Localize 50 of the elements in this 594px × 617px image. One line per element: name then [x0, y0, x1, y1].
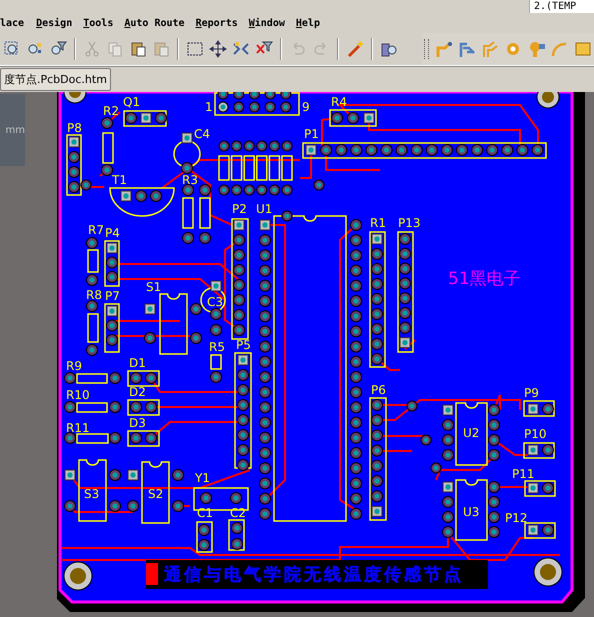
designator-label: P6	[371, 383, 386, 397]
designator-label: P5	[236, 338, 251, 352]
designator-label: R3	[182, 173, 198, 187]
designator-label: P12	[505, 511, 528, 525]
designator-label: Y1	[195, 471, 210, 485]
unit-label: mm	[6, 124, 25, 136]
menu-item[interactable]: Help	[296, 18, 326, 29]
menu-item[interactable]: Window	[248, 18, 291, 29]
pin-number-label: 1	[205, 100, 213, 114]
designator-label: P11	[512, 467, 535, 481]
designator-label: R10	[66, 388, 90, 402]
designator-label: C3	[207, 295, 224, 309]
designator-label: P13	[398, 216, 421, 230]
designator-label: S3	[84, 487, 100, 501]
designator-label: Q1	[123, 95, 140, 109]
menu-item[interactable]: Tools	[83, 18, 120, 29]
designator-label: R1	[370, 216, 386, 230]
window-title-fragment: 2.(TEMP	[529, 0, 594, 13]
designator-label: P9	[524, 386, 539, 400]
menu-item[interactable]: Design	[36, 18, 78, 29]
designator-label: U3	[463, 505, 480, 519]
designator-label: P8	[67, 121, 82, 135]
designator-label: D2	[129, 385, 146, 399]
menu-item[interactable]: lace	[0, 18, 30, 29]
designator-label: D1	[129, 356, 146, 370]
designator-label: R7	[88, 223, 104, 237]
document-tab[interactable]: 度节点.PcbDoc.htm	[0, 68, 111, 91]
designator-label: C4	[194, 127, 210, 141]
menu-item[interactable]: Auto Route	[124, 18, 191, 29]
designator-label: R2	[103, 104, 119, 118]
designator-label: R11	[66, 421, 90, 435]
pin-number-label: 9	[302, 100, 310, 114]
designator-label: U1	[256, 202, 272, 216]
designator-label: R9	[66, 359, 82, 373]
logo-text: 51黑电子	[448, 269, 521, 289]
designator-label: D3	[129, 416, 146, 430]
designator-label: P2	[232, 202, 247, 216]
designator-label: P4	[105, 226, 120, 240]
designator-label: R8	[86, 288, 102, 302]
menu-item[interactable]: Reports	[196, 18, 244, 29]
designator-label: T1	[112, 173, 127, 187]
designator-label: S2	[148, 487, 164, 501]
designator-label: P7	[105, 289, 120, 303]
designator-label: S1	[146, 280, 162, 294]
board-title-text: 通信与电气学院无线温度传感节点	[164, 565, 464, 585]
designator-label: P1	[304, 127, 319, 141]
designator-label: R4	[331, 95, 347, 109]
designator-label: R5	[209, 340, 225, 354]
designator-label: U2	[463, 426, 480, 440]
designator-label: P10	[524, 427, 547, 441]
